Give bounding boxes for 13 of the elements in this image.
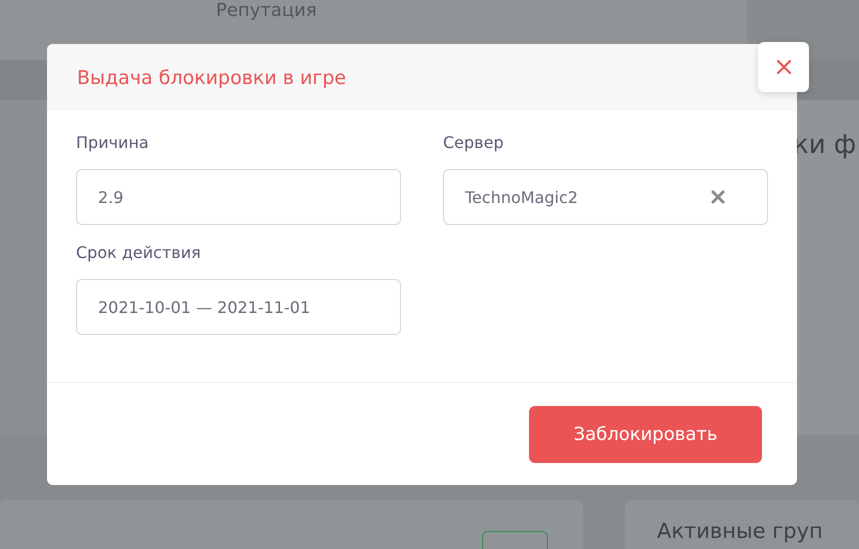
input-field[interactable]: 2021-10-01 — 2021-11-01 bbox=[76, 279, 401, 335]
card-title: Репутация bbox=[216, 0, 318, 22]
input-field[interactable]: 2.9 bbox=[76, 169, 401, 225]
clear-icon[interactable] bbox=[711, 190, 725, 204]
card-title: Активные груп bbox=[657, 519, 823, 543]
field-label: Срок действия bbox=[76, 243, 202, 263]
field-label: Причина bbox=[76, 133, 150, 153]
close-button[interactable] bbox=[758, 42, 809, 92]
dialog-title: Выдача блокировки в игре bbox=[77, 66, 346, 88]
input-field[interactable]: TechnoMagic2 bbox=[443, 169, 768, 225]
block-button[interactable]: Заблокировать bbox=[529, 406, 762, 462]
close-icon bbox=[776, 59, 792, 75]
field-label: Сервер bbox=[443, 133, 505, 153]
